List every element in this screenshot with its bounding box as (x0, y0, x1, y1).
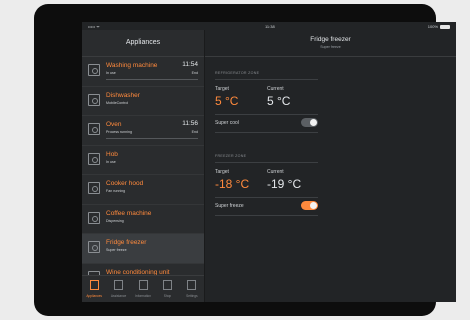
appliance-status: Process running (106, 130, 132, 134)
divider (215, 132, 318, 133)
divider (215, 197, 318, 198)
freezer-zone-title: FREEZER ZONE (215, 154, 247, 158)
sidebar-item[interactable]: Fridge freezer Super freeze (82, 234, 204, 264)
divider (215, 162, 318, 163)
freezer-current-label: Current (267, 169, 284, 175)
appliance-name: Oven (106, 121, 122, 128)
appliance-sidebar: Appliances Washing machine In use 11:54 End… (82, 30, 205, 302)
fridge-current-label: Current (267, 86, 284, 92)
sidebar-item[interactable]: Dishwasher MobileControl (82, 87, 204, 116)
super-cool-toggle[interactable] (301, 118, 318, 127)
assistance-icon (114, 280, 124, 290)
tab-label: Settings (186, 294, 198, 298)
appliance-icon (88, 64, 100, 76)
app-screen: ••••• ᯤ 11:38 100% Appliances Washing ma… (82, 22, 456, 302)
appliance-icon (89, 280, 99, 290)
end-time: 11:54 (182, 61, 198, 68)
appliance-name: Hob (106, 150, 118, 158)
tab-appliances[interactable]: Appliances (82, 276, 106, 302)
sidebar-item[interactable]: Coffee machine Dispensing (82, 205, 204, 234)
divider (215, 114, 318, 115)
fridge-target-label: Target (215, 86, 229, 92)
settings-icon (187, 280, 197, 290)
divider (215, 79, 318, 80)
super-freeze-label: Super freeze (215, 203, 244, 209)
sidebar-item[interactable]: Oven Process running 11:56 End (82, 116, 204, 146)
freezer-target-label: Target (215, 169, 229, 175)
appliance-status: In use (106, 159, 116, 164)
program-progress (106, 138, 198, 139)
freezer-target-value[interactable]: -18 °C (215, 177, 249, 191)
super-freeze-toggle[interactable] (301, 201, 318, 210)
appliance-icon (88, 123, 100, 135)
appliance-name: Washing machine (106, 62, 158, 69)
divider (215, 215, 318, 216)
tablet-frame: ••••• ᯤ 11:38 100% Appliances Washing ma… (34, 4, 456, 316)
detail-title: Fridge freezer (310, 36, 351, 43)
appliance-status: In use (106, 71, 116, 75)
clock: 11:38 (265, 24, 275, 29)
battery-percent: 100% (427, 24, 438, 29)
tab-settings[interactable]: Settings (180, 276, 204, 302)
appliance-list: Washing machine In use 11:54 End Dishwasher M… (82, 57, 204, 293)
refrigerator-zone-title: REFRIGERATOR ZONE (215, 71, 260, 75)
tab-shop[interactable]: Shop (155, 276, 179, 302)
appliance-status: Dispensing (106, 218, 124, 223)
freezer-current-value: -19 °C (267, 177, 302, 191)
appliance-icon (88, 93, 100, 106)
sidebar-item[interactable]: Hob In use (82, 146, 204, 175)
appliance-name: Dishwasher (106, 91, 140, 99)
toggle-knob (310, 202, 317, 209)
battery-icon (440, 24, 450, 29)
tab-label: Shop (163, 294, 172, 298)
toggle-knob (310, 119, 317, 126)
super-cool-label: Super cool (215, 120, 239, 126)
sidebar-item[interactable]: Washing machine In use 11:54 End (82, 57, 204, 87)
appliance-name: Coffee machine (106, 209, 152, 217)
appliance-icon (88, 182, 100, 194)
tab-label: Appliances (86, 294, 102, 298)
tab-label: Assistance (110, 294, 127, 298)
sidebar-item[interactable]: Cooker hood Fan running (82, 175, 204, 205)
battery-indicator: 100% (428, 24, 450, 29)
tab-assistance[interactable]: Assistance (106, 276, 130, 302)
tab-bar: Appliances Assistance Information Shop Setti… (82, 275, 204, 302)
appliance-name: Cooker hood (106, 180, 144, 187)
end-time-label: End (191, 71, 198, 75)
appliance-icon (88, 211, 100, 224)
appliance-status: Super freeze (106, 248, 127, 252)
fridge-current-value: 5 °C (267, 94, 291, 108)
status-bar: ••••• ᯤ 11:38 100% (82, 22, 456, 30)
appliance-name: Fridge freezer (106, 239, 147, 246)
appliance-status: MobileControl (106, 100, 129, 105)
detail-header: Fridge freezer Super freeze (205, 30, 456, 57)
appliance-icon (88, 152, 100, 165)
information-icon (138, 280, 148, 290)
detail-subtitle: Super freeze (320, 45, 341, 49)
program-progress (106, 79, 198, 80)
appliance-icon (88, 241, 100, 253)
end-time: 11:56 (182, 120, 198, 127)
appliance-status: Fan running (106, 189, 126, 193)
detail-panel: Fridge freezer Super freeze REFRIGERATOR… (205, 30, 456, 302)
fridge-target-value[interactable]: 5 °C (215, 94, 238, 108)
tab-information[interactable]: Information (131, 276, 155, 302)
sidebar-title: Appliances (82, 30, 204, 57)
tab-label: Information (135, 294, 151, 298)
shop-icon (162, 280, 172, 290)
end-time-label: End (191, 130, 198, 134)
